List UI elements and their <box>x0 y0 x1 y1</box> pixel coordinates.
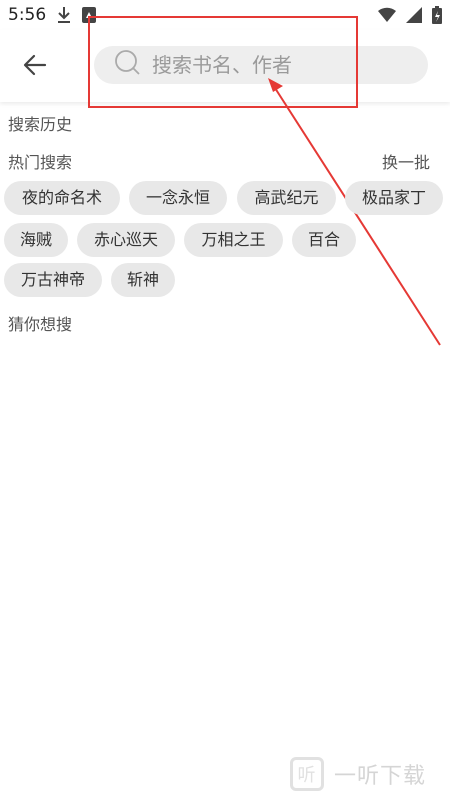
search-icon <box>114 49 142 81</box>
search-header <box>0 30 450 102</box>
hot-tag[interactable]: 夜的命名术 <box>4 181 120 215</box>
status-time: 5:56 <box>8 5 47 25</box>
hot-tag[interactable]: 一念永恒 <box>129 181 227 215</box>
hot-tag[interactable]: 百合 <box>292 223 356 257</box>
watermark-logo: 听 <box>290 757 324 791</box>
search-input[interactable] <box>150 52 394 78</box>
hot-tag[interactable]: 斩神 <box>111 263 175 297</box>
download-icon <box>56 6 72 24</box>
hot-search-title: 热门搜索 <box>8 153 73 172</box>
status-bar: 5:56 <box>0 0 450 30</box>
search-history-title: 搜索历史 <box>8 115 73 134</box>
hot-tag[interactable]: 赤心巡天 <box>77 223 175 257</box>
back-button[interactable] <box>18 50 52 84</box>
guess-you-like-title: 猜你想搜 <box>8 315 73 334</box>
signal-icon <box>406 7 422 23</box>
search-box[interactable] <box>94 46 428 84</box>
watermark-text: 一听下载 <box>334 764 427 789</box>
refresh-button[interactable]: 换一批 <box>382 149 430 173</box>
notification-icon <box>82 7 97 23</box>
hot-tag[interactable]: 海贼 <box>4 223 68 257</box>
hot-tag[interactable]: 万古神帝 <box>4 263 102 297</box>
hot-tag[interactable]: 高武纪元 <box>237 181 336 215</box>
wifi-icon <box>378 7 396 23</box>
battery-charging-icon <box>432 6 442 24</box>
hot-tag[interactable]: 极品家丁 <box>345 181 443 215</box>
arrow-left-icon <box>23 54 47 80</box>
hot-tag[interactable]: 万相之王 <box>184 223 283 257</box>
watermark: 听 一听下载 <box>290 757 426 791</box>
